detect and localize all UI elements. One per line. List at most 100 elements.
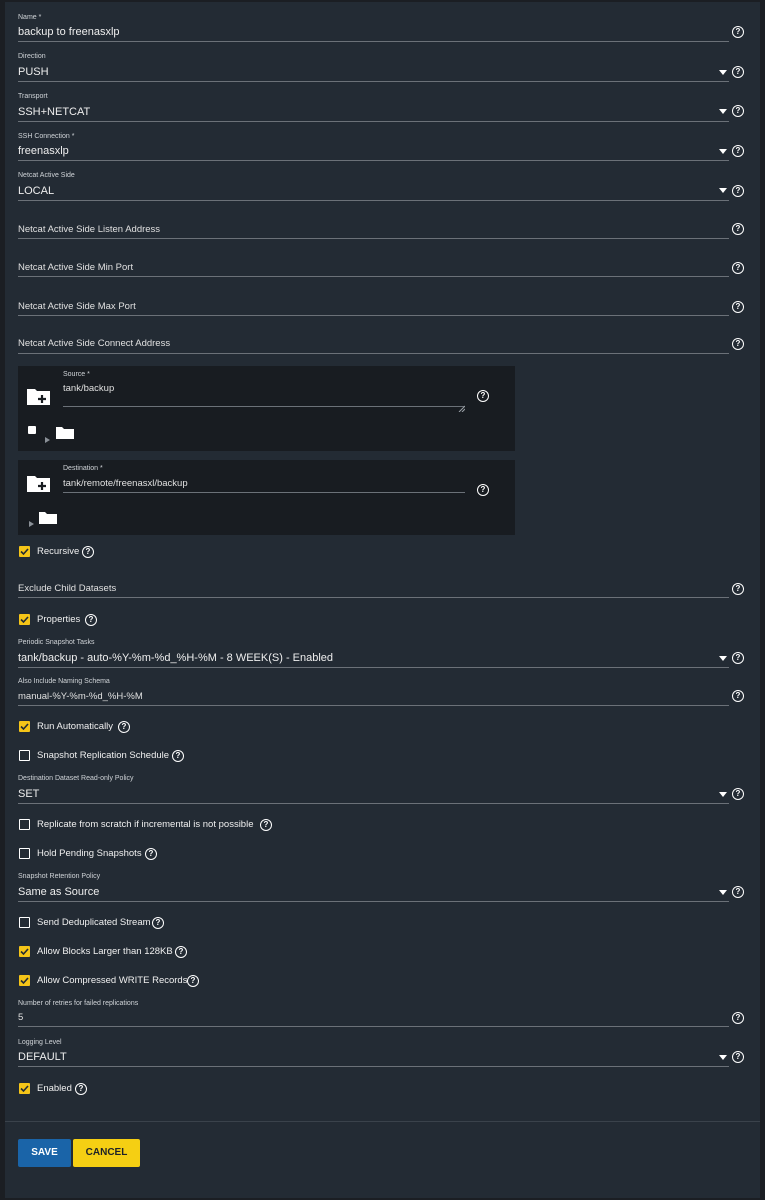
help-icon[interactable]: ? (732, 105, 744, 117)
destination-label: Destination * (63, 465, 103, 472)
chevron-down-icon[interactable] (719, 1055, 727, 1060)
help-icon[interactable]: ? (732, 301, 744, 313)
exclude-child-input[interactable]: Exclude Child Datasets (18, 583, 116, 594)
help-icon[interactable]: ? (152, 917, 164, 929)
help-icon[interactable]: ? (118, 721, 130, 733)
readonly-policy-underline (18, 803, 729, 804)
snapshot-schedule-checkbox[interactable] (19, 750, 30, 761)
source-underline (63, 406, 465, 407)
help-icon[interactable]: ? (732, 1012, 744, 1024)
help-icon[interactable]: ? (82, 546, 94, 558)
properties-checkbox[interactable] (19, 614, 30, 625)
help-icon[interactable]: ? (175, 946, 187, 958)
help-icon[interactable]: ? (145, 848, 157, 860)
help-icon[interactable]: ? (260, 819, 272, 831)
enabled-checkbox[interactable] (19, 1083, 30, 1094)
save-button[interactable]: SAVE (18, 1139, 71, 1167)
min-port-input[interactable]: Netcat Active Side Min Port (18, 262, 133, 273)
retries-label: Number of retries for failed replication… (18, 1000, 139, 1007)
netcat-active-side-label: Netcat Active Side (18, 172, 75, 179)
folder-plus-icon[interactable] (26, 386, 51, 411)
logging-level-select[interactable]: DEFAULT (18, 1051, 67, 1063)
help-icon[interactable]: ? (85, 614, 97, 626)
help-icon[interactable]: ? (477, 484, 489, 496)
recursive-checkbox[interactable] (19, 546, 30, 557)
folder-icon[interactable] (56, 426, 74, 444)
ssh-connection-label: SSH Connection * (18, 133, 75, 140)
run-automatically-label: Run Automatically (37, 721, 114, 732)
naming-schema-input[interactable]: manual-%Y-%m-%d_%H-%M (18, 691, 143, 702)
transport-select[interactable]: SSH+NETCAT (18, 106, 90, 118)
run-automatically-checkbox[interactable] (19, 721, 30, 732)
readonly-policy-select[interactable]: SET (18, 788, 39, 800)
allow-compressed-label: Allow Compressed WRITE Records (37, 975, 188, 986)
expand-arrow-icon[interactable] (29, 514, 34, 532)
help-icon[interactable]: ? (187, 975, 199, 987)
max-port-underline (18, 315, 729, 316)
replicate-scratch-label: Replicate from scratch if incremental is… (37, 819, 254, 830)
destination-input[interactable]: tank/remote/freenasxl/backup (63, 478, 188, 489)
help-icon[interactable]: ? (732, 185, 744, 197)
expand-arrow-icon[interactable] (45, 430, 50, 448)
chevron-down-icon[interactable] (719, 890, 727, 895)
naming-schema-label: Also Include Naming Schema (18, 678, 110, 685)
help-icon[interactable]: ? (732, 26, 744, 38)
chevron-down-icon[interactable] (719, 149, 727, 154)
enabled-label: Enabled (37, 1083, 72, 1094)
name-input[interactable]: backup to freenasxlp (18, 26, 120, 38)
source-label: Source * (63, 371, 90, 378)
help-icon[interactable]: ? (732, 66, 744, 78)
name-label: Name * (18, 14, 42, 21)
transport-label: Transport (18, 93, 48, 100)
retries-underline (18, 1026, 729, 1027)
chevron-down-icon[interactable] (719, 792, 727, 797)
hold-pending-checkbox[interactable] (19, 848, 30, 859)
connect-address-input[interactable]: Netcat Active Side Connect Address (18, 338, 170, 349)
source-input[interactable]: tank/backup (63, 383, 114, 394)
help-icon[interactable]: ? (732, 886, 744, 898)
help-icon[interactable]: ? (732, 1051, 744, 1063)
direction-select[interactable]: PUSH (18, 66, 49, 78)
form-divider (5, 1121, 760, 1122)
help-icon[interactable]: ? (732, 223, 744, 235)
retries-input[interactable]: 5 (18, 1012, 23, 1023)
properties-label: Properties (37, 614, 81, 625)
cancel-button[interactable]: CANCEL (73, 1139, 140, 1167)
help-icon[interactable]: ? (477, 390, 489, 402)
connect-address-underline (18, 353, 729, 354)
help-icon[interactable]: ? (732, 262, 744, 274)
netcat-active-side-select[interactable]: LOCAL (18, 185, 54, 197)
chevron-down-icon[interactable] (719, 109, 727, 114)
help-icon[interactable]: ? (732, 145, 744, 157)
retention-policy-label: Snapshot Retention Policy (18, 873, 101, 880)
periodic-tasks-select[interactable]: tank/backup - auto-%Y-%m-%d_%H-%M - 8 WE… (18, 652, 333, 664)
allow-large-blocks-checkbox[interactable] (19, 946, 30, 957)
help-icon[interactable]: ? (732, 338, 744, 350)
folder-icon[interactable] (39, 511, 57, 529)
send-dedup-checkbox[interactable] (19, 917, 30, 928)
help-icon[interactable]: ? (732, 583, 744, 595)
tree-node-checkbox[interactable] (28, 426, 36, 434)
max-port-input[interactable]: Netcat Active Side Max Port (18, 301, 136, 312)
help-icon[interactable]: ? (732, 652, 744, 664)
help-icon[interactable]: ? (172, 750, 184, 762)
folder-plus-icon[interactable] (26, 473, 51, 498)
direction-label: Direction (18, 53, 46, 60)
periodic-tasks-underline (18, 667, 729, 668)
help-icon[interactable]: ? (732, 690, 744, 702)
snapshot-schedule-label: Snapshot Replication Schedule (37, 750, 170, 761)
chevron-down-icon[interactable] (719, 70, 727, 75)
listen-address-input[interactable]: Netcat Active Side Listen Address (18, 224, 160, 235)
ssh-connection-select[interactable]: freenasxlp (18, 145, 69, 157)
allow-compressed-checkbox[interactable] (19, 975, 30, 986)
resize-handle-icon[interactable] (458, 399, 466, 417)
name-underline (18, 41, 729, 42)
replicate-scratch-checkbox[interactable] (19, 819, 30, 830)
chevron-down-icon[interactable] (719, 656, 727, 661)
chevron-down-icon[interactable] (719, 188, 727, 193)
retention-policy-select[interactable]: Same as Source (18, 886, 99, 898)
readonly-policy-label: Destination Dataset Read-only Policy (18, 775, 134, 782)
exclude-child-underline (18, 597, 729, 598)
help-icon[interactable]: ? (75, 1083, 87, 1095)
help-icon[interactable]: ? (732, 788, 744, 800)
